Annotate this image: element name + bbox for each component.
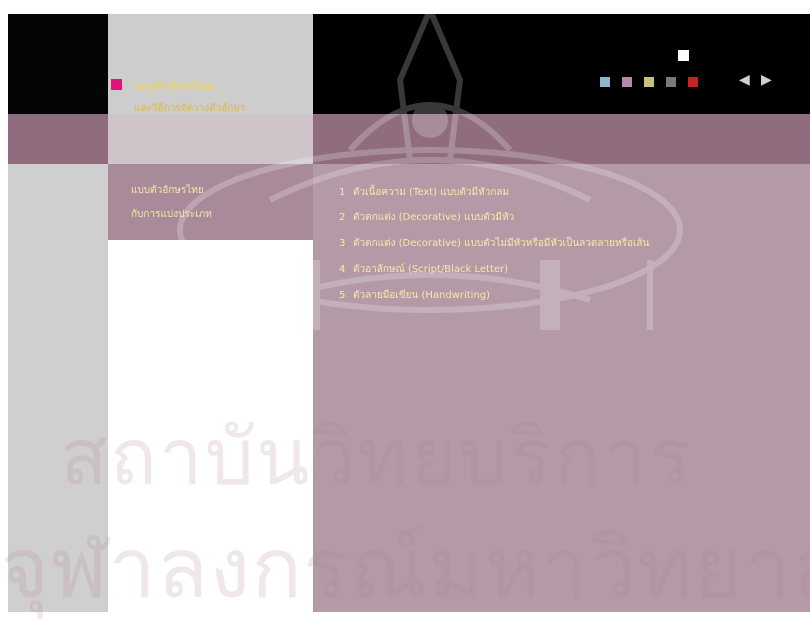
list-item-decorative-nohead[interactable]: 3 ตัวตกแต่ง (Decorative) แบบตัวไม่มีหัวหร…: [339, 236, 649, 251]
list-item-number: 1: [339, 187, 346, 198]
nav-square-3[interactable]: [644, 77, 654, 87]
content-panel: [313, 164, 810, 612]
sidebar-blank-panel: [108, 240, 313, 612]
current-position-indicator: [678, 50, 689, 61]
header-left-panel: [8, 14, 108, 114]
next-arrow-icon[interactable]: ▶: [761, 72, 772, 88]
list-item-number: 3: [339, 238, 346, 249]
nav-square-1[interactable]: [600, 77, 610, 87]
header-band-middle: [108, 114, 313, 164]
list-item-number: 5: [339, 290, 346, 301]
list-item-label: ตัวตกแต่ง (Decorative) แบบตัวมีหัว: [353, 212, 515, 223]
list-item-label: ตัวอาลักษณ์ (Script/Black Letter): [353, 264, 509, 275]
nav-square-5[interactable]: [688, 77, 698, 87]
list-item-number: 2: [339, 212, 346, 223]
title-bullet-marker: [111, 79, 122, 90]
list-item-label: ตัวตกแต่ง (Decorative) แบบตัวไม่มีหัวหรื…: [353, 238, 650, 249]
list-item-handwriting[interactable]: 5 ตัวลายมือเขียน (Handwriting): [339, 288, 490, 303]
list-item-number: 4: [339, 264, 346, 275]
nav-square-2[interactable]: [622, 77, 632, 87]
page-title: แบบตัวอักษรไทย: [134, 80, 215, 93]
list-item-script[interactable]: 4 ตัวอาลักษณ์ (Script/Black Letter): [339, 262, 508, 277]
previous-arrow-icon[interactable]: ◀: [739, 72, 750, 88]
header-nav-panel: [313, 14, 810, 114]
left-sidebar-strip: [8, 164, 108, 612]
list-item-label: ตัวลายมือเขียน (Handwriting): [353, 290, 491, 301]
list-item-decorative-head[interactable]: 2 ตัวตกแต่ง (Decorative) แบบตัวมีหัว: [339, 210, 514, 225]
top-margin: [0, 0, 810, 14]
section-label-panel: [108, 164, 313, 240]
left-margin: [0, 14, 8, 612]
list-item-text-type[interactable]: 1 ตัวเนื้อความ (Text) แบบตัวมีหัวกลม: [339, 185, 509, 200]
list-item-label: ตัวเนื้อความ (Text) แบบตัวมีหัวกลม: [353, 187, 510, 198]
page-subtitle: และวิธีการจัดวางตัวอักษร: [134, 103, 246, 114]
section-label-line2[interactable]: กับการแบ่งประเภท: [131, 207, 212, 222]
section-label-line1[interactable]: แบบตัวอักษรไทย: [131, 183, 204, 198]
nav-square-4[interactable]: [666, 77, 676, 87]
